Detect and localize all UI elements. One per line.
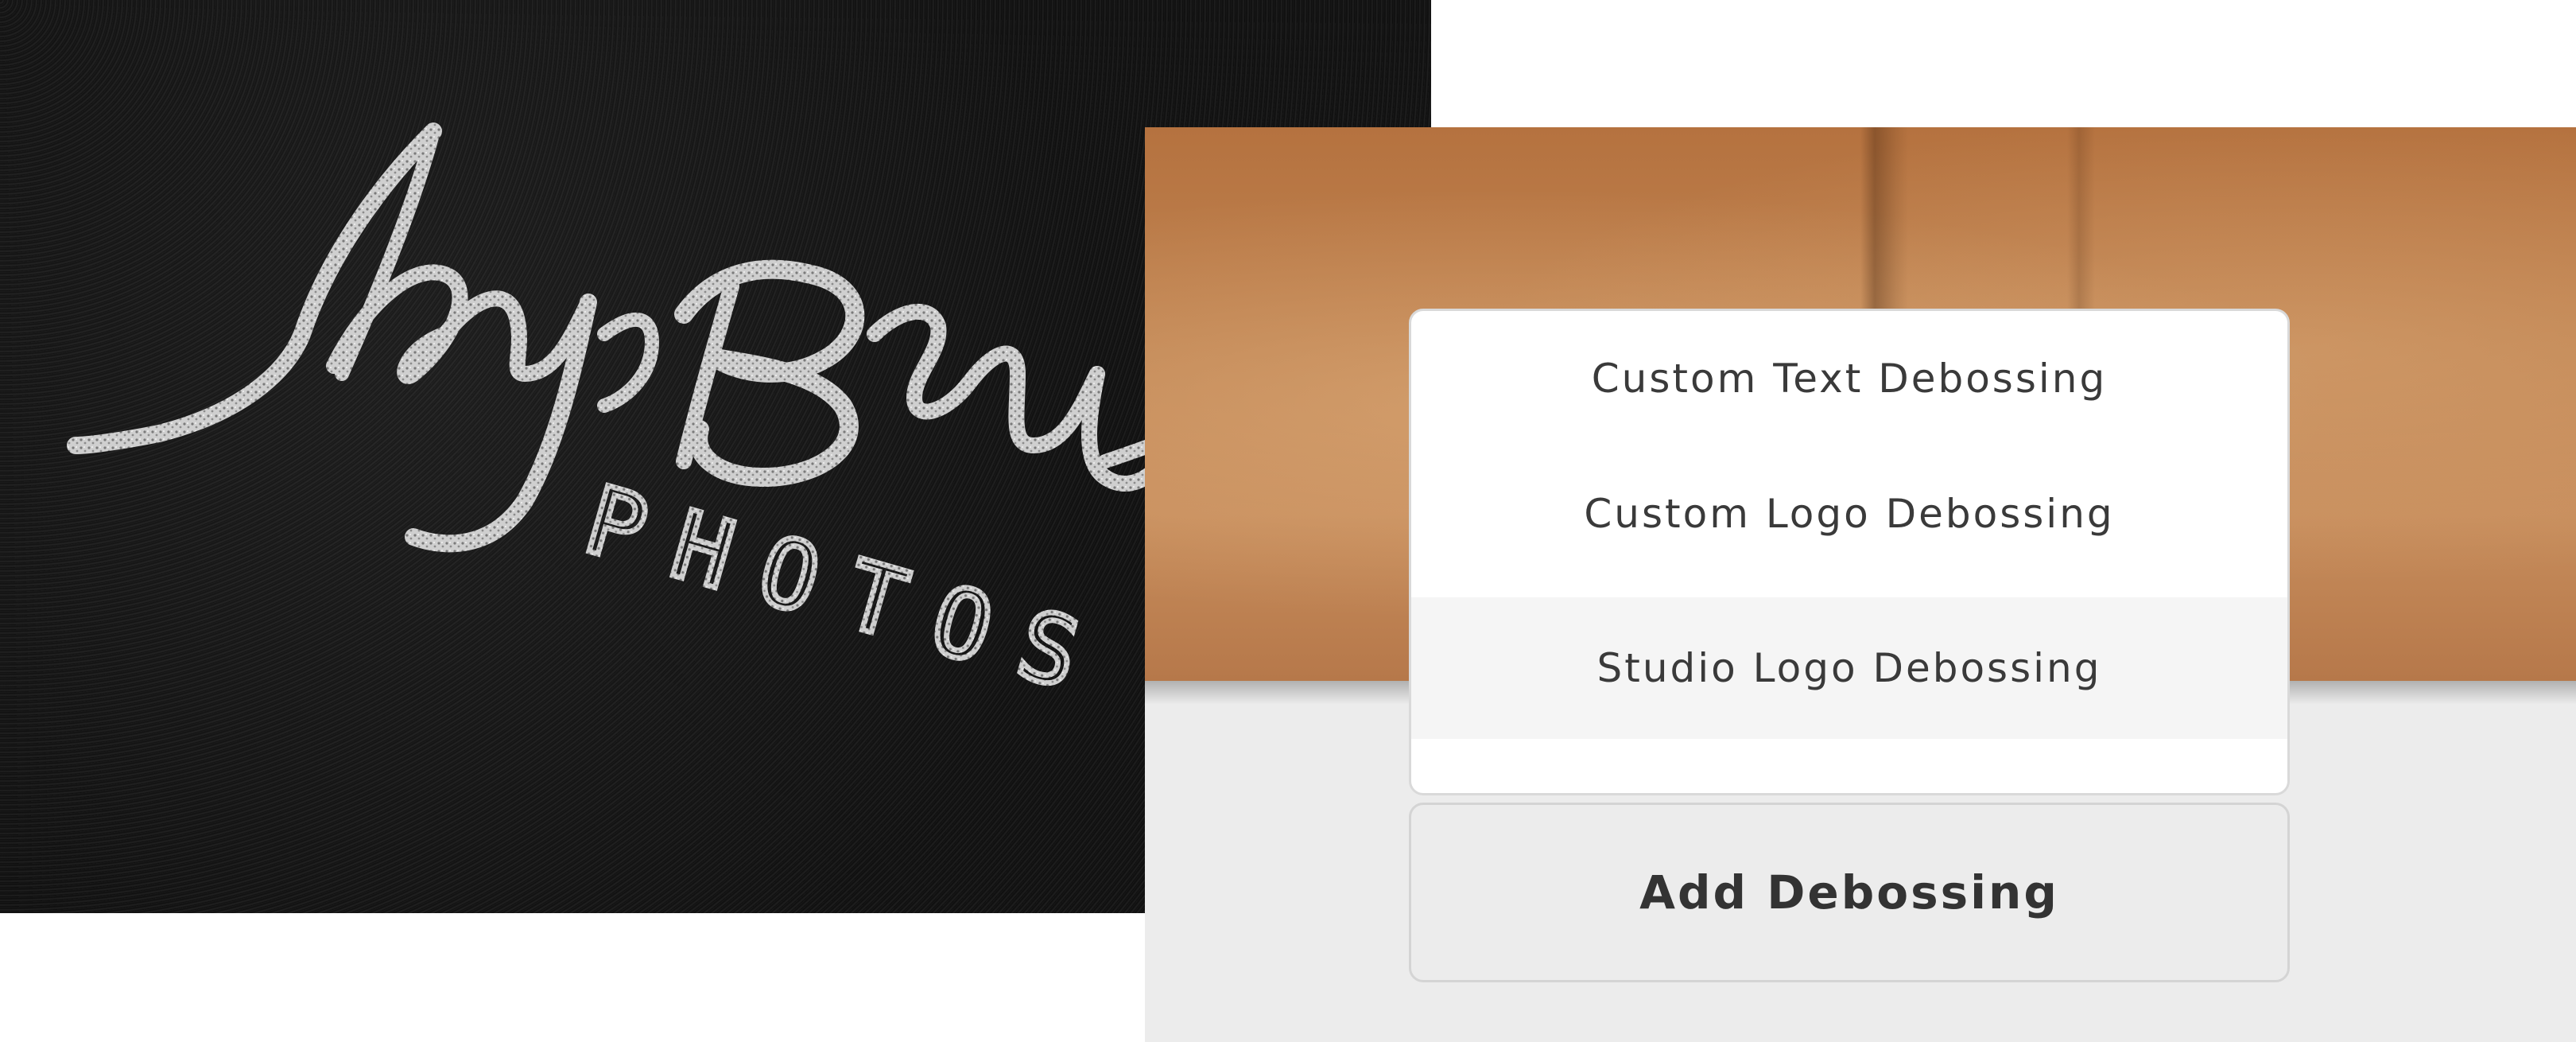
debossing-selector-panel: Custom Text Debossing Custom Logo Deboss… — [1145, 127, 2576, 1042]
add-debossing-button[interactable]: Add Debossing — [1409, 803, 2290, 982]
svg-text:PHOTOS: PHOTOS — [574, 465, 1123, 719]
debossing-options-page: PHOTOS Custom Text Debossing Custom Logo… — [0, 0, 2576, 1042]
option-custom-logo-debossing[interactable]: Custom Logo Debossing — [1411, 446, 2287, 581]
option-studio-logo-debossing[interactable]: Studio Logo Debossing — [1411, 597, 2287, 739]
photos-lettering: PHOTOS — [572, 462, 1126, 722]
debossing-options-menu: Custom Text Debossing Custom Logo Deboss… — [1409, 309, 2290, 795]
option-custom-text-debossing[interactable]: Custom Text Debossing — [1411, 311, 2287, 446]
